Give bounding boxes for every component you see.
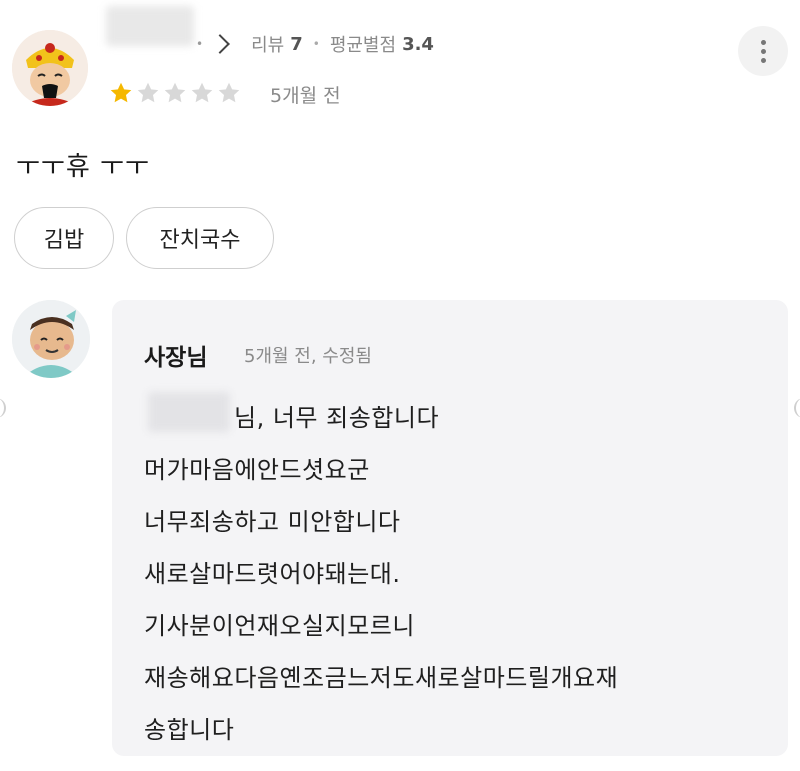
owner-avatar[interactable] [12,300,90,378]
reply-line: 송합니다 [144,716,235,744]
reviews-label: 리뷰 [251,35,285,56]
owner-name: 사장님 [144,345,208,371]
scroll-left-handle[interactable] [0,398,6,418]
owner-reply-meta: 5개월 전, 수정됨 [244,346,372,367]
star-icon [218,82,240,103]
reply-line: 재송해요다음옌조금느저도새로살마드릴개요재 [144,664,619,692]
reviews-count: 7 [290,33,303,55]
reply-line: 님, 너무 죄송합니다 [234,404,440,432]
avg-rating-label: 평균별점 [329,35,397,56]
menu-tag[interactable]: 김밥 [14,207,114,269]
owner-avatar-image [12,300,90,378]
separator-dot: • [196,37,204,51]
reviewer-name-redacted [106,6,194,46]
avg-rating-value: 3.4 [402,33,434,55]
reply-line: 너무죄송하고 미안합니다 [144,508,401,536]
more-options-button[interactable] [738,26,788,76]
star-icon [191,82,213,103]
reviewer-avatar[interactable] [12,30,88,106]
star-icon [110,82,132,103]
menu-tag[interactable]: 잔치국수 [126,207,274,269]
star-icon [137,82,159,103]
owner-reply-bubble: 사장님 5개월 전, 수정됨 님, 너무 죄송합니다 머가마음에안드셧요군 너무… [112,300,788,756]
scroll-right-handle[interactable] [794,398,800,418]
star-rating [108,80,242,106]
more-vertical-icon [760,57,766,63]
reply-line: 머가마음에안드셧요군 [144,456,370,484]
review-card: • 리뷰 7 • 평균별점 3.4 5개월 전 ㅜㅜ휴 ㅜㅜ 김밥 잔치국수 [0,0,800,290]
review-text: ㅜㅜ휴 ㅜㅜ [16,152,150,182]
more-vertical-icon [760,48,766,54]
reviewer-meta[interactable]: • 리뷰 7 • 평균별점 3.4 [196,24,434,64]
customer-name-redacted [148,392,230,432]
review-date: 5개월 전 [270,85,341,107]
separator-dot: • [312,37,320,51]
star-icon [164,82,186,103]
more-vertical-icon [760,39,766,45]
reply-line: 기사분이언재오실지모르니 [144,612,415,640]
chevron-right-icon [210,34,230,54]
reply-line: 새로살마드렷어야돼는대. [144,560,401,588]
reviewer-avatar-image [12,30,88,106]
